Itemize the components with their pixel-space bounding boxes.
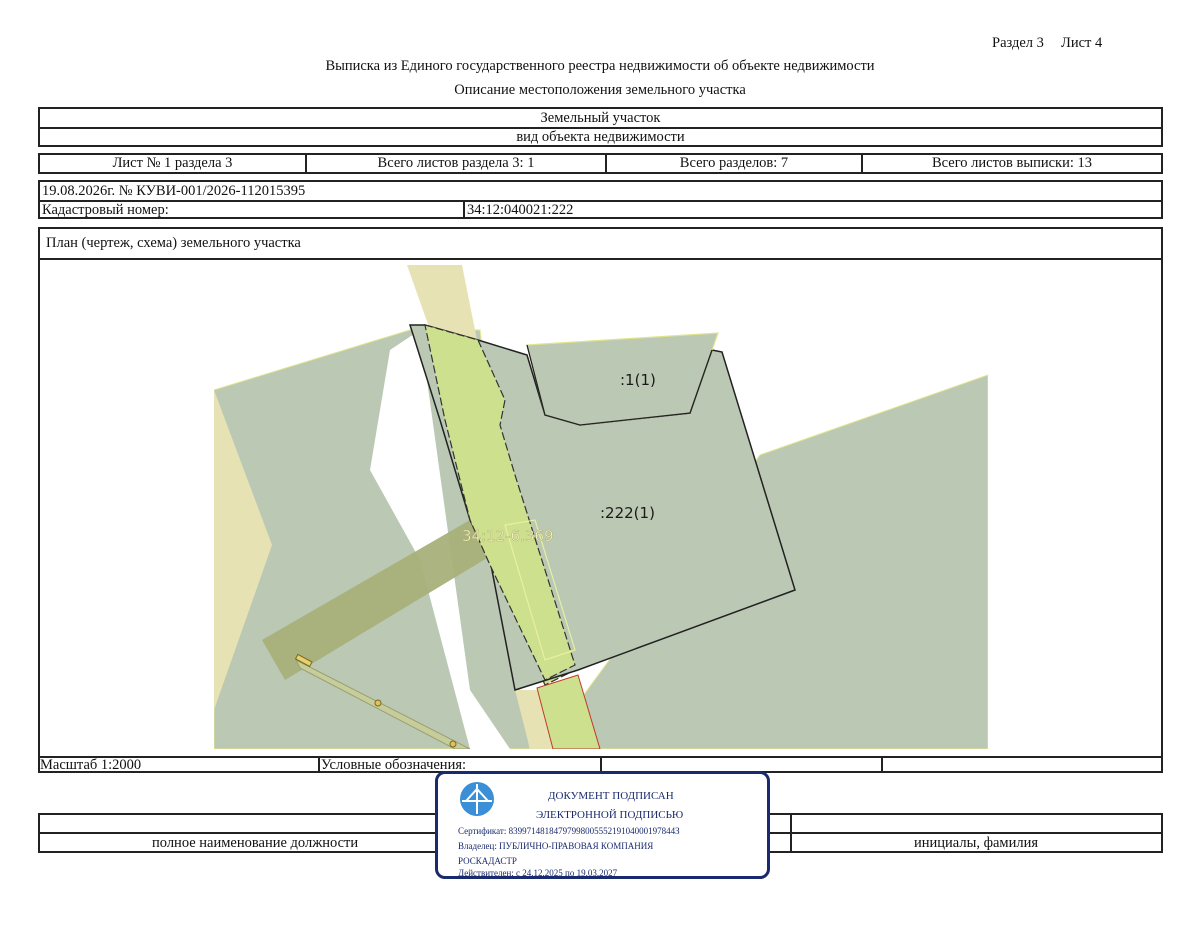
object-type: Земельный участок: [540, 109, 661, 126]
section-ref: Раздел 3: [992, 35, 1044, 51]
plan-title: План (чертеж, схема) земельного участка: [46, 235, 301, 251]
zone-label: 34:12-6.369: [462, 527, 554, 545]
document-subtitle: Описание местоположения земельного участ…: [454, 82, 746, 98]
stamp-line2: ЭЛЕКТРОННОЙ ПОДПИСЬЮ: [536, 809, 684, 821]
object-type-caption: вид объекта недвижимости: [516, 129, 685, 145]
total-sheets-section: Всего листов раздела 3: 1: [307, 155, 607, 172]
sheets-info-row: Лист № 1 раздела 3 Всего листов раздела …: [38, 153, 1163, 174]
total-sections: Всего разделов: 7: [607, 155, 863, 172]
object-type-box: Земельный участок вид объекта недвижимос…: [38, 107, 1163, 147]
position-caption: полное наименование должности: [152, 835, 359, 851]
stamp-owner-line1: Владелец: ПУБЛИЧНО-ПРАВОВАЯ КОМПАНИЯ: [458, 841, 654, 851]
record-date-number: 19.08.2026г. № КУВИ-001/2026-112015395: [42, 183, 306, 199]
total-sheets-extract: Всего листов выписки: 13: [932, 155, 1092, 171]
initials-caption: инициалы, фамилия: [914, 835, 1039, 851]
sheet-ref: Лист 4: [1061, 35, 1103, 51]
sheet-of-section: Лист № 1 раздела 3: [40, 155, 307, 172]
parcel-222-label: :222(1): [600, 504, 655, 522]
stamp-certificate: Сертификат: 8399714818479799800555219104…: [458, 826, 680, 836]
document-title: Выписка из Единого государственного реес…: [325, 58, 875, 74]
parcel-map: :1(1) :222(1) 34:12-6.369: [214, 265, 988, 749]
record-box: 19.08.2026г. № КУВИ-001/2026-112015395 К…: [38, 180, 1163, 219]
stamp-line1: ДОКУМЕНТ ПОДПИСАН: [548, 790, 674, 802]
e-signature-stamp: ДОКУМЕНТ ПОДПИСАН ЭЛЕКТРОННОЙ ПОДПИСЬЮ С…: [435, 771, 770, 879]
cadastral-label: Кадастровый номер:: [42, 202, 169, 218]
stamp-owner-line2: РОСКАДАСТР: [458, 856, 517, 866]
scale-label: Масштаб 1:2000: [40, 757, 142, 773]
stamp-valid: Действителен: с 24.12.2025 по 19.03.2027: [458, 868, 618, 878]
roskadastr-logo-icon: [460, 782, 494, 816]
cadastral-number: 34:12:040021:222: [467, 202, 574, 218]
parcel-1-label: :1(1): [620, 371, 656, 389]
